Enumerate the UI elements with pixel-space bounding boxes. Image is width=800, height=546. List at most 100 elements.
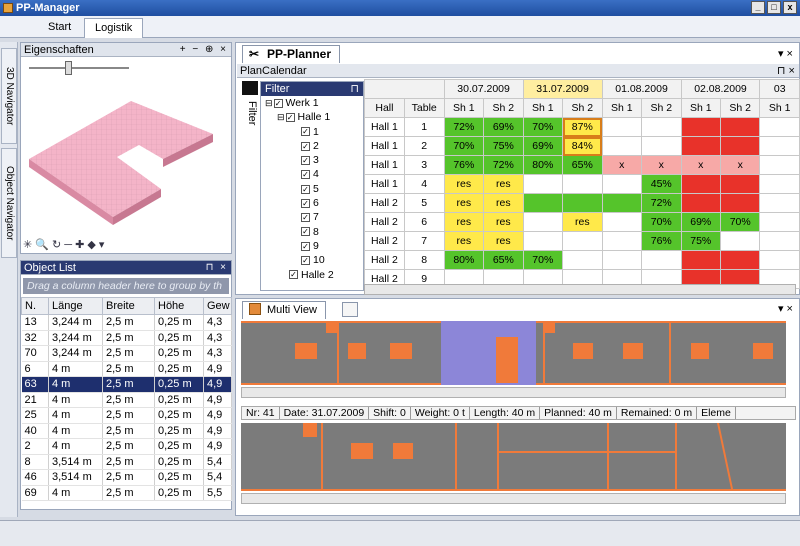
date-header[interactable]: 01.08.2009 [601,79,682,99]
shift-cell[interactable]: x [601,155,643,175]
table-row[interactable]: 46 3,514 m 2,5 m 0,25 m 5,4 [21,469,232,486]
collapse-icon[interactable]: ⊟ [265,98,273,108]
shift-cell[interactable]: 70% [443,136,485,156]
shift-cell[interactable] [680,117,721,137]
tree-checkbox[interactable]: ✓ [301,184,310,194]
element-block[interactable] [303,423,317,437]
table-row[interactable]: 13 3,244 m 2,5 m 0,25 m 4,3 [21,314,232,331]
shift-cell[interactable]: 69% [522,136,564,156]
tree-node[interactable]: ✓ 2 [261,139,363,153]
table-row[interactable]: 32 3,244 m 2,5 m 0,25 m 4,3 [21,330,232,346]
tree-checkbox[interactable]: ✓ [301,155,310,165]
table-row[interactable]: 69 4 m 2,5 m 0,25 m 5,5 [21,485,232,501]
shift-cell[interactable]: res [443,193,485,213]
maximize-button[interactable]: □ [767,1,781,14]
element-block[interactable] [573,343,593,359]
shift-cell[interactable]: 84% [562,136,603,156]
shift-cell[interactable] [719,231,761,251]
shift-cell[interactable] [759,212,800,232]
date-header[interactable]: 02.08.2009 [680,79,761,99]
element-block[interactable] [390,343,412,359]
tree-checkbox[interactable]: ✓ [273,98,283,108]
shift-cell[interactable]: 70% [719,212,761,232]
date-header[interactable]: 30.07.2009 [443,79,524,99]
shift-cell[interactable] [562,250,603,270]
shift-cell[interactable] [759,231,800,251]
shift-cell[interactable]: 72% [443,117,485,137]
tab-object-navigator[interactable]: Object Navigator [1,148,17,258]
tab-pp-planner[interactable]: ✂ PP-Planner [242,45,341,63]
filter-vertical-label[interactable]: Filter [242,101,258,125]
shift-cell[interactable]: 76% [443,155,485,175]
tree-checkbox[interactable]: ✓ [301,227,310,237]
shift-cell[interactable] [601,231,643,251]
shift-cell[interactable] [601,136,643,156]
column-header[interactable]: Länge [48,297,103,315]
shift-cell[interactable]: 76% [641,231,682,251]
element-block[interactable] [623,343,643,359]
shift-cell[interactable]: res [483,174,524,194]
pallet-view-bottom[interactable] [241,423,786,491]
tree-checkbox[interactable]: ✓ [301,241,310,251]
shift-cell[interactable]: res [483,212,524,232]
column-header[interactable]: Breite [102,297,155,315]
zoom-slider-track[interactable] [29,67,129,69]
shift-cell[interactable] [719,174,761,194]
tree-node[interactable]: ✓ 10 [261,253,363,267]
shift-cell[interactable] [641,136,682,156]
shift-cell[interactable] [601,212,643,232]
element-block[interactable] [753,343,773,359]
calendar-pin-close[interactable]: ⊓ × [777,64,795,78]
shift-cell[interactable] [759,117,800,137]
filter-toggle-icon[interactable] [242,81,258,95]
shift-cell[interactable]: x [680,155,721,175]
column-header[interactable]: Höhe [154,297,204,315]
shift-cell[interactable] [641,117,682,137]
tree-node[interactable]: ✓ 7 [261,210,363,224]
planner-window-buttons[interactable]: ▾ × [778,47,793,60]
shift-cell[interactable]: 72% [483,155,524,175]
tree-checkbox[interactable]: ✓ [301,141,310,151]
shift-cell[interactable]: 69% [483,117,524,137]
pallet-view-top[interactable] [241,321,786,385]
shift-cell[interactable] [522,212,564,232]
shift-cell[interactable]: 65% [562,155,603,175]
bottom-view-scrollbar[interactable] [241,493,786,504]
shift-cell[interactable] [522,193,564,213]
zoom-slider-thumb[interactable] [65,61,72,75]
shift-cell[interactable] [680,174,721,194]
hall-tree[interactable]: ⊟ ✓ Werk 1 ⊟ ✓ Halle 1 ✓ 1 ✓ 2 ✓ 3 ✓ 4 ✓ 5 ✓ 6 ✓ 7 ✓ 8 ✓ 9 ✓ 10 ✓ H… [261,96,363,282]
shift-cell[interactable]: 70% [641,212,682,232]
shift-cell[interactable] [522,231,564,251]
tree-node[interactable]: ✓ 8 [261,225,363,239]
tree-node[interactable]: ✓ 9 [261,239,363,253]
shift-cell[interactable] [680,193,721,213]
shift-cell[interactable] [680,136,721,156]
tree-checkbox[interactable]: ✓ [289,270,298,280]
date-header[interactable]: 03 [759,79,800,99]
shift-cell[interactable]: res [562,212,603,232]
tab-3d-navigator[interactable]: 3D Navigator [1,48,17,144]
table-row[interactable]: 25 4 m 2,5 m 0,25 m 4,9 [21,407,232,424]
shift-cell[interactable] [562,174,603,194]
tree-node[interactable]: ✓ 6 [261,196,363,210]
shift-cell[interactable] [562,193,603,213]
element-block[interactable] [393,443,413,459]
shift-cell[interactable] [562,231,603,251]
tree-node[interactable]: ✓ 5 [261,182,363,196]
shift-cell[interactable] [680,250,721,270]
shift-cell[interactable]: 65% [483,250,524,270]
shift-cell[interactable] [759,250,800,270]
shift-cell[interactable] [601,250,643,270]
shift-cell[interactable] [759,193,800,213]
shift-cell[interactable]: res [443,231,485,251]
tree-checkbox[interactable]: ✓ [301,198,310,208]
shift-cell[interactable]: 69% [680,212,721,232]
shift-cell[interactable]: res [483,231,524,251]
view-toolbar[interactable]: ✳ 🔍 ↻ ─ ✚ ◆ ▾ [23,238,104,251]
tab-logistik[interactable]: Logistik [84,18,144,38]
shift-cell[interactable]: x [641,155,682,175]
tree-node[interactable]: ✓ Halle 2 [261,268,363,282]
shift-cell[interactable] [759,136,800,156]
shift-cell[interactable] [522,174,564,194]
